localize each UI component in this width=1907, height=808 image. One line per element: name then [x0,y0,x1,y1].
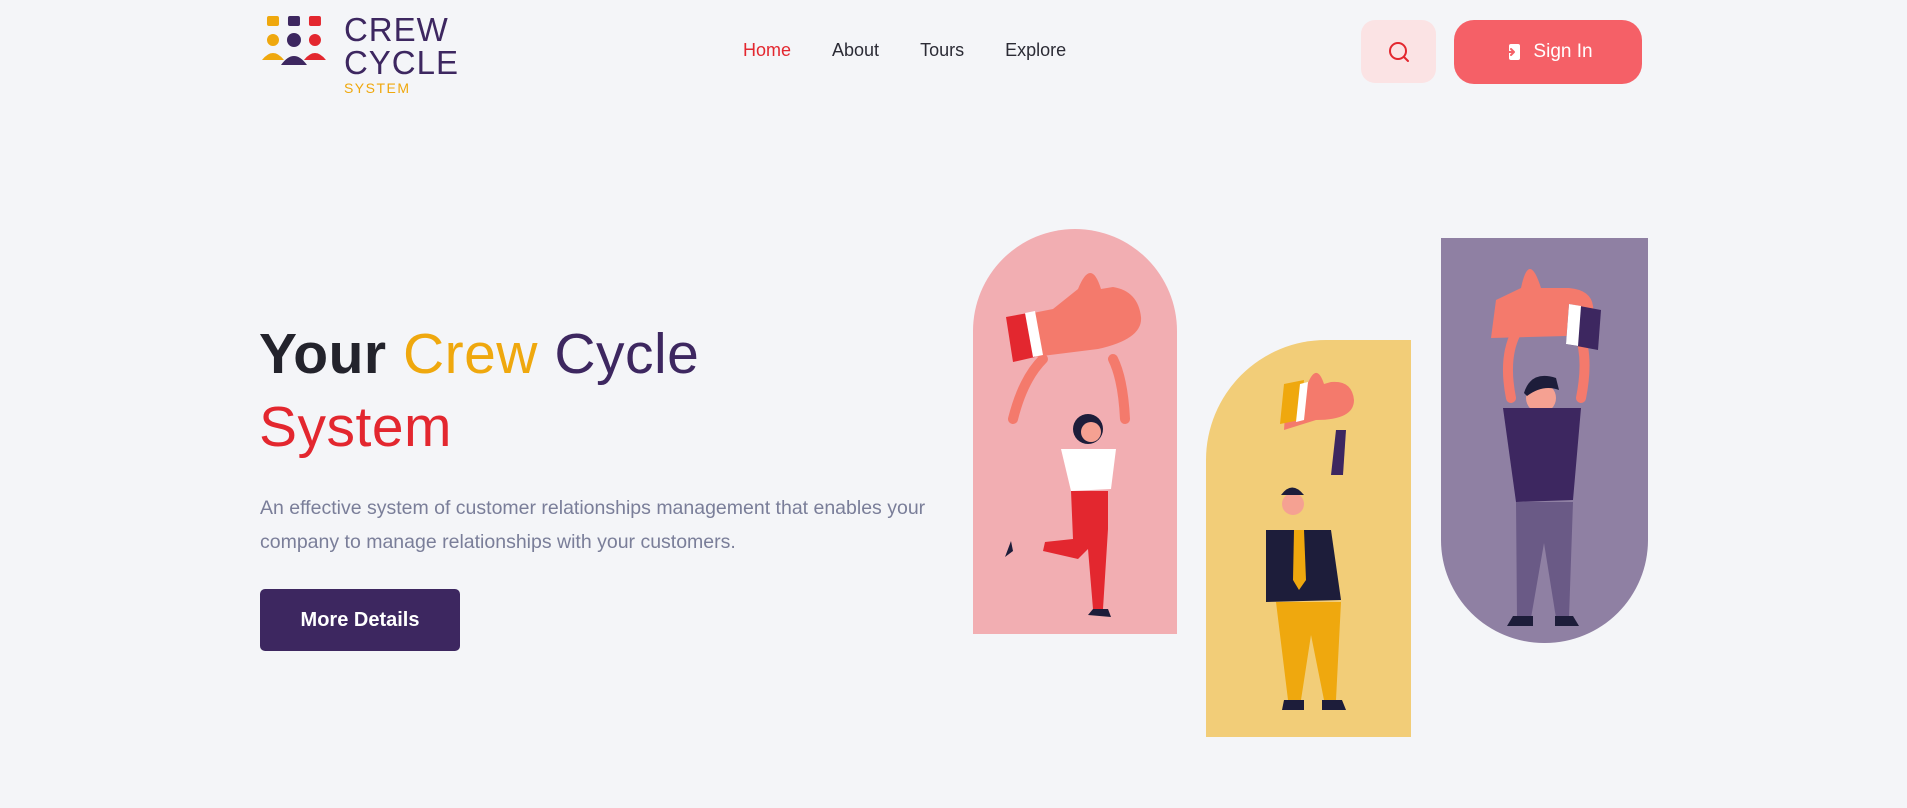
nav-item-home[interactable]: Home [743,40,791,61]
hero-title-word-your: Your [259,322,387,386]
logo-people-icon [261,16,326,65]
main-nav: Home About Tours Explore [743,40,1107,61]
logo-text: CREW CYCLE SYSTEM [344,13,459,95]
hero-title-word-system: System [259,395,453,459]
hero-title-word-crew: Crew [402,322,538,386]
nav-item-tours[interactable]: Tours [920,40,964,61]
illustration-man-thumbs-up [1206,340,1411,737]
hero-title-word-cycle: Cycle [554,322,700,386]
logo-line-1: CREW [343,11,449,48]
hero-description: An effective system of customer relation… [260,497,926,553]
sign-in-button[interactable]: Sign In [1454,20,1642,84]
search-icon [1388,41,1409,62]
search-button[interactable] [1361,20,1436,83]
logo[interactable]: CREW CYCLE SYSTEM [259,13,459,95]
hero-title: Your Crew Cycle System [259,318,699,464]
illustration-woman-thumbs-up [973,229,1177,634]
logo-line-3: SYSTEM [343,80,411,96]
nav-item-about[interactable]: About [832,40,879,61]
more-details-button[interactable]: More Details [260,589,460,651]
sign-in-label: Sign In [1533,41,1593,62]
nav-item-explore[interactable]: Explore [1005,40,1066,61]
sign-in-icon [1504,44,1521,60]
logo-line-2: CYCLE [343,44,459,81]
illustration-boy-thumbs-up [1441,238,1648,643]
